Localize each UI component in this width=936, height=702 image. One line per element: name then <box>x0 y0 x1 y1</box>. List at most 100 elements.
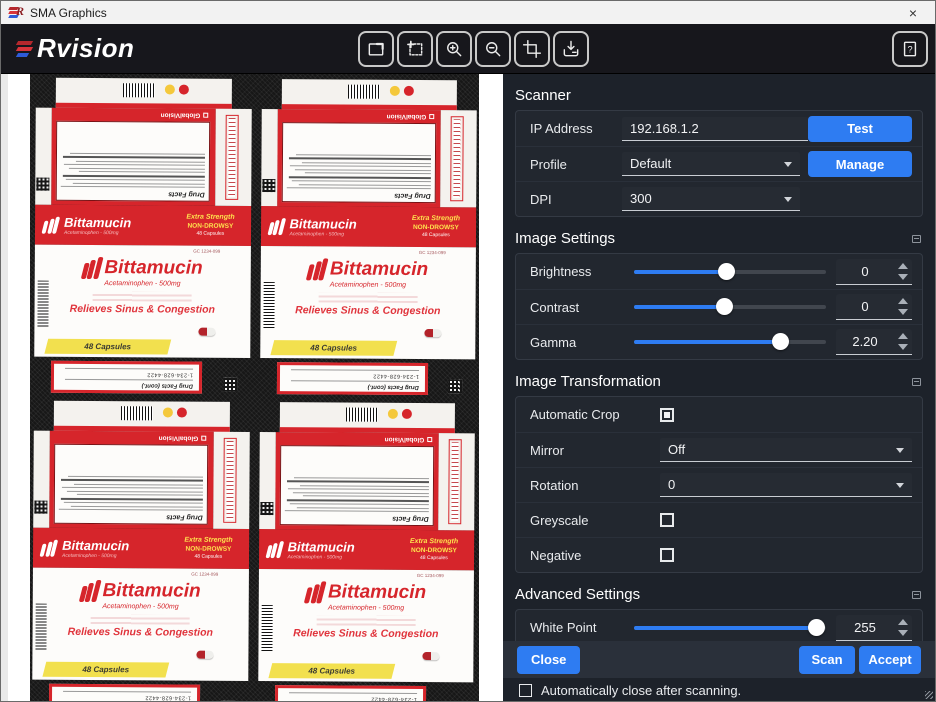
dieline-right-flap <box>440 110 477 207</box>
window-title: SMA Graphics <box>30 6 107 20</box>
automatic-crop-label: Automatic Crop <box>530 407 660 422</box>
spinner-up-icon[interactable] <box>898 619 908 625</box>
brand-subtitle: Acetaminophen - 500mg <box>62 552 129 558</box>
chevron-down-icon <box>896 483 904 488</box>
dpi-select[interactable]: 300 <box>622 187 800 211</box>
slider-thumb[interactable] <box>718 263 735 280</box>
panel-code: GC 1234-099 <box>419 250 446 255</box>
drug-facts-title: Drug Facts <box>285 514 429 522</box>
contact-code: 1-234-628-4422 <box>284 695 417 701</box>
svg-text:?: ? <box>907 44 912 54</box>
contrast-spinner[interactable]: 0 <box>836 294 912 320</box>
app-window: R SMA Graphics × Rvision <box>0 0 936 702</box>
section-header-scanner: Scanner <box>515 87 923 104</box>
spinner-up-icon[interactable] <box>898 333 908 339</box>
mirror-select[interactable]: Off <box>660 438 912 462</box>
spinner-up-icon[interactable] <box>898 298 908 304</box>
dieline-front-panel: GC 1234-099 Bittamucin Acetaminophen - 5… <box>34 245 250 358</box>
rotation-select[interactable]: 0 <box>660 473 912 497</box>
help-button[interactable]: ? <box>892 31 928 67</box>
brand-subtitle-large: Acetaminophen - 500mg <box>33 603 249 611</box>
section-header-image-settings: Image Settings <box>515 230 923 247</box>
contrast-slider[interactable] <box>634 298 826 316</box>
image-transformation-groupbox: Automatic Crop Mirror Off Rotation 0 <box>515 396 923 573</box>
white-point-spinner[interactable]: 255 <box>836 615 912 641</box>
rotation-label: Rotation <box>530 478 660 493</box>
contrast-label: Contrast <box>530 300 626 315</box>
brand-name-large: Bittamucin <box>102 580 200 603</box>
dieline-facts-section: GlobalVision Drug Facts <box>259 432 475 530</box>
scan-button[interactable]: Scan <box>799 646 855 674</box>
section-header-image-transformation: Image Transformation <box>515 373 923 390</box>
zoom-out-button[interactable] <box>475 31 511 67</box>
greyscale-label: Greyscale <box>530 513 660 528</box>
scan-image: GlobalVision Drug Facts Bittamucin Aceta… <box>30 74 479 701</box>
profile-select[interactable]: Default <box>622 152 800 176</box>
collapse-icon[interactable] <box>912 591 921 599</box>
globalvision-row: GlobalVision <box>57 110 211 120</box>
spinner-up-icon[interactable] <box>898 263 908 269</box>
collapse-icon[interactable] <box>912 235 921 243</box>
slider-thumb[interactable] <box>716 298 733 315</box>
image-settings-header-label: Image Settings <box>515 230 615 247</box>
slider-thumb[interactable] <box>772 333 789 350</box>
negative-checkbox[interactable] <box>660 548 674 562</box>
close-window-button[interactable]: × <box>899 5 927 21</box>
dieline-facts-section: GlobalVision Drug Facts <box>35 108 251 206</box>
auto-close-checkbox[interactable] <box>519 684 532 697</box>
zoom-in-button[interactable] <box>436 31 472 67</box>
white-point-label: White Point <box>530 620 626 635</box>
resize-grip[interactable] <box>925 691 933 699</box>
fit-view-button[interactable] <box>358 31 394 67</box>
gamma-row: Gamma 2.20 <box>516 324 922 359</box>
brightness-spinner[interactable]: 0 <box>836 259 912 285</box>
main-content: GlobalVision Drug Facts Bittamucin Aceta… <box>1 74 935 701</box>
chevron-down-icon <box>784 197 792 202</box>
greyscale-checkbox[interactable] <box>660 513 674 527</box>
spinner-down-icon[interactable] <box>898 630 908 636</box>
scan-import-button[interactable] <box>553 31 589 67</box>
gamma-value: 2.20 <box>836 334 894 349</box>
spinner-down-icon[interactable] <box>898 344 908 350</box>
brightness-slider[interactable] <box>634 263 826 281</box>
rotation-row: Rotation 0 <box>516 467 922 502</box>
ip-address-input[interactable] <box>622 117 808 141</box>
image-settings-groupbox: Brightness 0 Contrast 0 <box>515 253 923 360</box>
dieline-bottom-strip: Drug Facts (cont.) 1-234-628-4422 <box>258 685 474 701</box>
white-point-slider[interactable] <box>634 619 826 637</box>
manage-button[interactable]: Manage <box>808 151 912 177</box>
slider-thumb[interactable] <box>808 619 825 636</box>
capsule-count-small: 48 Capsules <box>410 555 458 562</box>
collapse-icon[interactable] <box>912 378 921 386</box>
dieline-bottom-strip: Drug Facts (cont.) 1-234-628-4422 <box>260 362 476 395</box>
brand-mark-icon <box>80 580 98 602</box>
gamma-slider[interactable] <box>634 333 826 351</box>
spinner-down-icon[interactable] <box>898 309 908 315</box>
dieline-facts-red-panel: GlobalVision Drug Facts <box>49 431 213 529</box>
scan-preview-viewer[interactable]: GlobalVision Drug Facts Bittamucin Aceta… <box>1 74 503 701</box>
count-ribbon: 48 Capsules <box>44 339 171 355</box>
dieline-facts-red-panel: GlobalVision Drug Facts <box>51 108 215 206</box>
logo-stripes-icon <box>17 38 39 60</box>
tagline: Relieves Sinus & Congestion <box>33 626 249 639</box>
dieline-facts-section: GlobalVision Drug Facts <box>261 109 477 207</box>
dpi-value: 300 <box>630 191 652 206</box>
gamma-label: Gamma <box>530 335 626 350</box>
gamma-spinner[interactable]: 2.20 <box>836 329 912 355</box>
zoom-out-icon <box>483 39 503 59</box>
select-region-button[interactable] <box>397 31 433 67</box>
spinner-down-icon[interactable] <box>898 274 908 280</box>
accept-button[interactable]: Accept <box>859 646 921 674</box>
test-button[interactable]: Test <box>808 116 912 142</box>
greyscale-row: Greyscale <box>516 502 922 537</box>
contrast-value: 0 <box>836 299 894 314</box>
globalvision-label: GlobalVision <box>384 436 424 443</box>
brand-subtitle: Acetaminophen - 500mg <box>289 231 356 237</box>
scanner-header-label: Scanner <box>515 87 571 104</box>
toolbar-button-group <box>358 31 589 67</box>
automatic-crop-checkbox[interactable] <box>660 408 674 422</box>
close-button[interactable]: Close <box>517 646 580 674</box>
crop-button[interactable] <box>514 31 550 67</box>
brand-name: Bittamucin <box>290 216 357 231</box>
drug-facts-panel: Drug Facts <box>56 121 210 202</box>
